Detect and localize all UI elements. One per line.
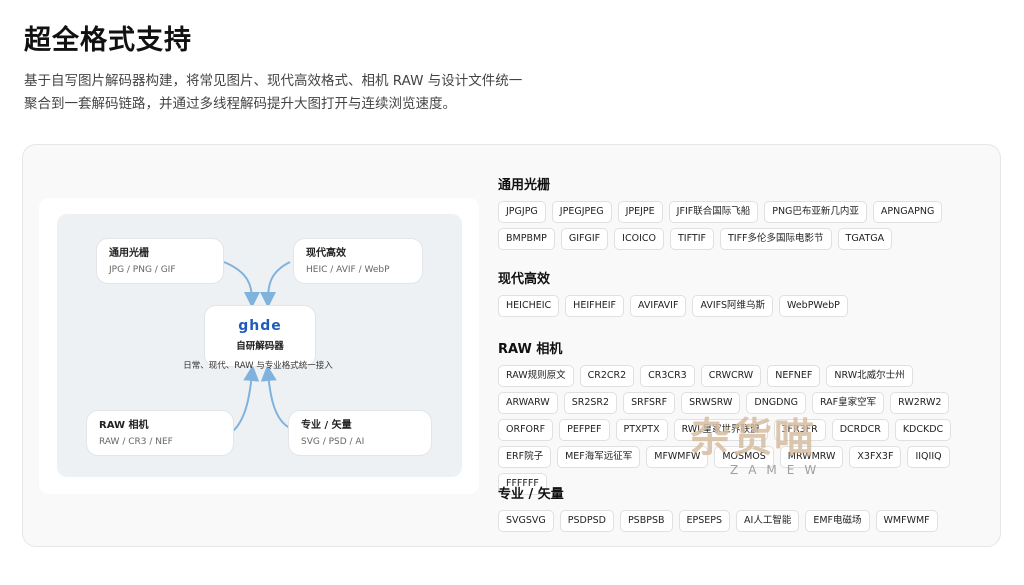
format-tag: RW2RW2 — [890, 392, 950, 414]
format-tag: EPSEPS — [678, 510, 731, 532]
format-tag: GIFGIF — [560, 228, 609, 250]
format-tag: WMFWMF — [875, 510, 938, 532]
arrow-raw-to-decoder — [231, 365, 260, 433]
node-title: 专业 / 矢量 — [301, 420, 352, 431]
format-tag: WebPWebP — [778, 295, 848, 317]
format-tag: CRWCRW — [700, 365, 762, 387]
format-tag: JFIF联合国际飞船 — [668, 201, 759, 223]
format-tag: ICOICO — [614, 228, 664, 250]
node-raw: RAW 相机 RAW / CR3 / NEF — [86, 410, 234, 456]
watermark: 杂货喵 ZAMEW — [690, 405, 890, 500]
format-tag: SRFSRF — [623, 392, 676, 414]
format-tag: PSBPSB — [619, 510, 673, 532]
format-tag: TIFF多伦多国际电影节 — [719, 228, 832, 250]
decoder-logo: ghde — [238, 318, 282, 334]
format-tag: PTXPTX — [615, 419, 668, 441]
node-title: 通用光栅 — [109, 248, 149, 259]
format-tag: ARWARW — [498, 392, 558, 414]
format-tag: PEFPEF — [559, 419, 610, 441]
format-tag: TIFTIF — [669, 228, 714, 250]
tags-raster: JPGJPG JPEGJPEG JPEJPE JFIF联合国际飞船 PNG巴布亚新几内亚… — [498, 201, 978, 250]
node-raster: 通用光栅 JPG / PNG / GIF — [96, 238, 224, 284]
node-subtitle: SVG / PSD / AI — [301, 437, 365, 447]
section-title-modern: 现代高效 — [498, 272, 551, 287]
format-tag: RAW规则原文 — [498, 365, 574, 387]
format-tag: NEFNEF — [767, 365, 821, 387]
section-title-raster: 通用光栅 — [498, 178, 551, 193]
format-tag: JPGJPG — [498, 201, 546, 223]
format-tag: AVIFAVIF — [630, 295, 687, 317]
section-title-raw: RAW 相机 — [498, 342, 563, 357]
format-tag: AVIFS阿维乌斯 — [692, 295, 773, 317]
format-tag: JPEJPE — [617, 201, 663, 223]
node-title: RAW 相机 — [99, 420, 149, 431]
section-title-vector: 专业 / 矢量 — [498, 487, 564, 502]
format-tag: JPEGJPEG — [551, 201, 612, 223]
arrow-vector-to-decoder — [260, 365, 291, 429]
node-subtitle: JPG / PNG / GIF — [109, 265, 176, 275]
format-tag: APNGAPNG — [872, 201, 943, 223]
format-tag: MEF海军远征军 — [557, 446, 641, 468]
format-tag: CR3CR3 — [640, 365, 695, 387]
decoder-node: ghde 自研解码器 — [204, 305, 316, 367]
format-tag: NRW北威尔士州 — [826, 365, 913, 387]
format-tag: BMPBMP — [498, 228, 555, 250]
format-tag: PSDPSD — [559, 510, 614, 532]
arrow-modern-to-decoder — [260, 261, 291, 308]
format-tag: PNG巴布亚新几内亚 — [764, 201, 867, 223]
format-tag: ERF院子 — [498, 446, 552, 468]
format-tag: CR2CR2 — [579, 365, 635, 387]
format-tag: ORFORF — [498, 419, 554, 441]
format-tag: AI人工智能 — [736, 510, 800, 532]
format-tag: TGATGA — [837, 228, 893, 250]
tags-modern: HEICHEIC HEIFHEIF AVIFAVIF AVIFS阿维乌斯 WebPWeb… — [498, 295, 978, 317]
node-title: 现代高效 — [306, 248, 346, 259]
arrow-raster-to-decoder — [223, 261, 260, 308]
format-tag: KDCKDC — [894, 419, 952, 441]
format-tag: SR2SR2 — [563, 392, 618, 414]
decoder-subtitle: 日常、现代、RAW 与专业格式统一接入 — [183, 361, 333, 371]
node-vector: 专业 / 矢量 SVG / PSD / AI — [288, 410, 432, 456]
watermark-text: 杂货喵 — [690, 414, 816, 461]
watermark-subtext: ZAMEW — [730, 463, 827, 477]
tags-vector: SVGSVG PSDPSD PSBPSB EPSEPS AI人工智能 EMF电磁场 WMFW… — [498, 510, 978, 532]
format-tag: HEICHEIC — [498, 295, 560, 317]
format-tag: EMF电磁场 — [805, 510, 870, 532]
node-modern: 现代高效 HEIC / AVIF / WebP — [293, 238, 423, 284]
decoder-name: 自研解码器 — [236, 341, 284, 352]
format-tag: IIQIIQ — [907, 446, 950, 468]
node-subtitle: RAW / CR3 / NEF — [99, 437, 173, 447]
format-tag: HEIFHEIF — [565, 295, 624, 317]
node-subtitle: HEIC / AVIF / WebP — [306, 265, 390, 275]
format-tag: SVGSVG — [498, 510, 554, 532]
